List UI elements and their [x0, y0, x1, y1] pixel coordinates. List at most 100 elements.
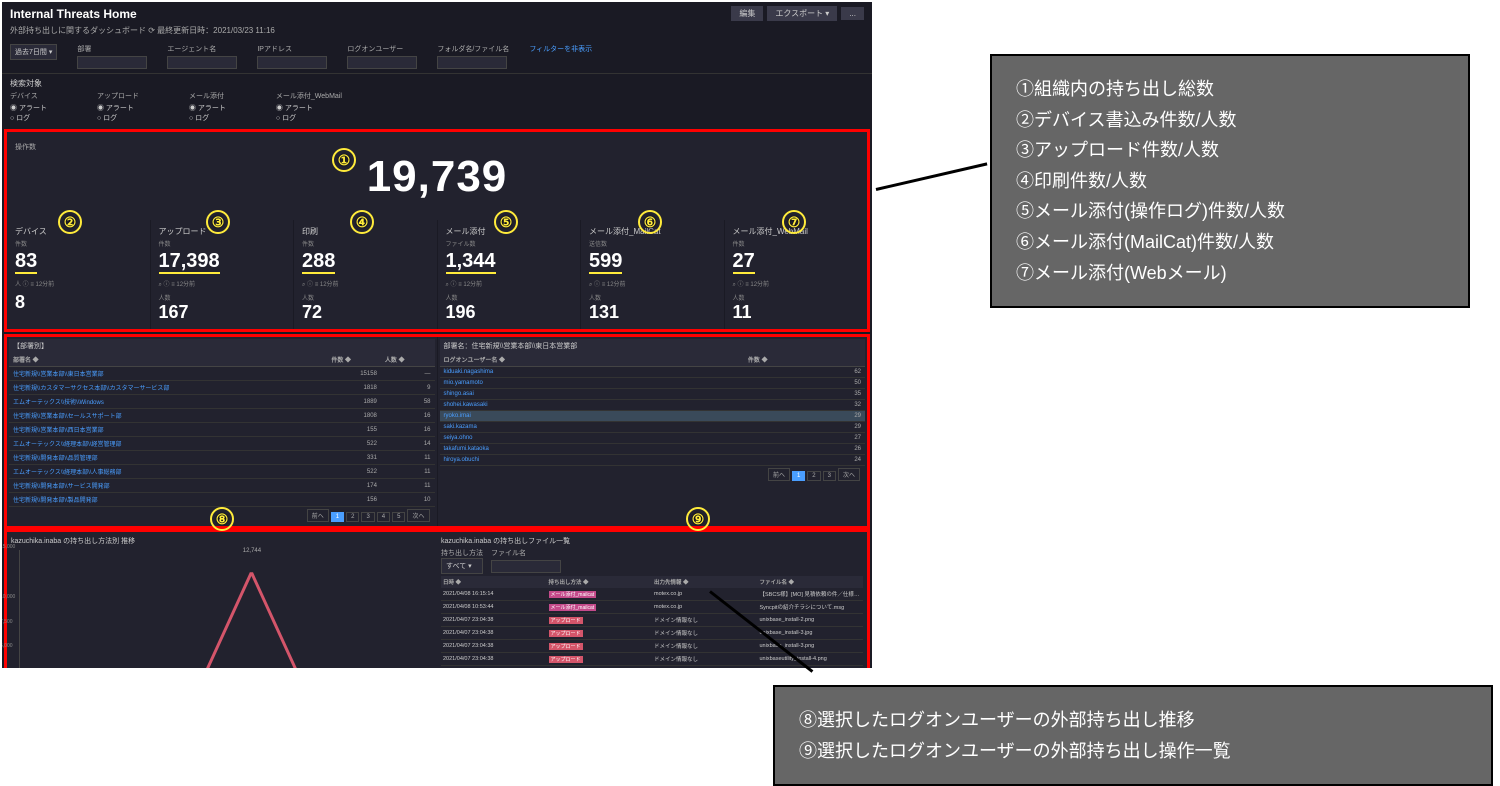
- panel-sublabel: 送信数: [589, 239, 716, 248]
- table-cell: 174: [327, 479, 381, 493]
- dept-input[interactable]: [77, 56, 147, 69]
- pager-item[interactable]: 1: [792, 471, 805, 481]
- method-select[interactable]: すべて ▾: [441, 558, 483, 574]
- file-name: unixbaseutility_install-4.png: [758, 653, 864, 666]
- edit-button[interactable]: 編集: [731, 6, 763, 21]
- panel-sublabel: ファイル数: [446, 239, 573, 248]
- chart-title: kazuchika.inaba の持ち出し方法別 推移: [11, 536, 433, 546]
- pager-item[interactable]: 前へ: [307, 509, 329, 522]
- ip-input[interactable]: [257, 56, 327, 69]
- panel-toolbar[interactable]: 人 ⓘ ≡ 12分前: [15, 279, 142, 288]
- table-row[interactable]: seiya.ohno27: [440, 433, 866, 444]
- table-row[interactable]: hiroya.obuchi24: [440, 455, 866, 466]
- metric-panel: 印刷 件数 288 ⌕ ⓘ ≡ 12分前 人数 72: [294, 220, 438, 329]
- table-row[interactable]: 2021/04/07 23:04:38 アップロード ドメイン情報なし unix…: [441, 666, 863, 669]
- file-name: unixbase_install-2.png: [758, 614, 864, 627]
- dept-table-panel: 【部署別】 部署名 ◆件数 ◆人数 ◆住宅新規\\営業本部\\東日本営業部151…: [7, 337, 438, 526]
- pager-item[interactable]: 3: [823, 471, 836, 481]
- pager-item[interactable]: 3: [361, 512, 374, 522]
- radio-row[interactable]: ◉ アラート: [276, 103, 342, 113]
- column-header[interactable]: 日時 ◆: [441, 576, 547, 588]
- file-dest: ドメイン情報なし: [652, 627, 758, 640]
- pager-item[interactable]: 次へ: [838, 468, 860, 481]
- file-input[interactable]: [491, 560, 561, 573]
- pager-item[interactable]: 2: [346, 512, 359, 522]
- table-row[interactable]: 2021/04/07 23:04:38 アップロード ドメイン情報なし unix…: [441, 614, 863, 627]
- pager-item[interactable]: 4: [377, 512, 390, 522]
- radio-row[interactable]: ○ ログ: [10, 113, 47, 123]
- table-row[interactable]: 住宅新規\\営業本部\\西日本営業部15516: [9, 423, 435, 437]
- agent-input[interactable]: [167, 56, 237, 69]
- pager-item[interactable]: 1: [331, 512, 344, 522]
- table-row[interactable]: エムオーテックス\\経理本部\\経営管理部52214: [9, 437, 435, 451]
- target-group: メール添付◉ アラート○ ログ: [189, 91, 226, 123]
- panel-sublabel: 件数: [159, 239, 286, 248]
- table-row[interactable]: 住宅新規\\開発本部\\製品開発部15610: [9, 493, 435, 507]
- callout-line: ⑥メール添付(MailCat)件数/人数: [1016, 227, 1444, 258]
- column-header[interactable]: 人数 ◆: [381, 353, 435, 367]
- panel-toolbar[interactable]: ⌕ ⓘ ≡ 12分前: [589, 279, 716, 289]
- pager-item[interactable]: 前へ: [768, 468, 790, 481]
- table-row[interactable]: 2021/04/08 10:53:44 メール添付_mailcat motex.…: [441, 601, 863, 614]
- radio-row[interactable]: ◉ アラート: [10, 103, 47, 113]
- table-row[interactable]: kiduaki.nagashima62: [440, 367, 866, 378]
- panel-toolbar[interactable]: ⌕ ⓘ ≡ 12分前: [446, 279, 573, 289]
- table-row[interactable]: 2021/04/08 16:15:14 メール添付_mailcat motex.…: [441, 588, 863, 601]
- panel-value-1: 27: [733, 250, 860, 273]
- table-row[interactable]: shohei.kawasaki32: [440, 400, 866, 411]
- table-row[interactable]: エムオーテックス\\経理本部\\人事総務部52211: [9, 465, 435, 479]
- search-targets-title: 検索対象: [10, 78, 864, 89]
- subtitle: 外部持ち出しに関するダッシュボード ⟳ 最終更新日時：2021/03/23 11…: [2, 25, 872, 40]
- panel-toolbar[interactable]: ⌕ ⓘ ≡ 12分前: [159, 279, 286, 289]
- table-row[interactable]: saki.kazama29: [440, 422, 866, 433]
- table-row[interactable]: 住宅新規\\カスタマーサクセス本部\\カスタマーサービス部18189: [9, 381, 435, 395]
- table-row[interactable]: 住宅新規\\開発本部\\サービス開発部17411: [9, 479, 435, 493]
- folder-input[interactable]: [437, 56, 507, 69]
- pager-item[interactable]: 2: [807, 471, 820, 481]
- table-row[interactable]: 2021/04/07 23:04:38 アップロード ドメイン情報なし unix…: [441, 627, 863, 640]
- column-header[interactable]: ファイル名 ◆: [758, 576, 864, 588]
- peak-label: 12,744: [243, 548, 261, 554]
- pager-item[interactable]: 次へ: [407, 509, 429, 522]
- user-input[interactable]: [347, 56, 417, 69]
- column-header[interactable]: 部署名 ◆: [9, 353, 327, 367]
- table-row[interactable]: 住宅新規\\営業本部\\東日本営業部15158—: [9, 367, 435, 381]
- table-row[interactable]: 2021/04/07 23:04:38 アップロード ドメイン情報なし unix…: [441, 640, 863, 653]
- file-method: アップロード: [547, 627, 653, 640]
- table-row[interactable]: ryoko.imai29: [440, 411, 866, 422]
- radio-row[interactable]: ◉ アラート: [97, 103, 139, 113]
- column-header[interactable]: 件数 ◆: [327, 353, 381, 367]
- hide-filters-link[interactable]: フィルターを非表示: [529, 44, 592, 54]
- column-header[interactable]: 持ち出し方法 ◆: [547, 576, 653, 588]
- file-dest: ドメイン情報なし: [652, 666, 758, 669]
- radio-row[interactable]: ○ ログ: [189, 113, 226, 123]
- column-header[interactable]: ログオンユーザー名 ◆: [440, 353, 744, 367]
- radio-row[interactable]: ◉ アラート: [189, 103, 226, 113]
- table-row[interactable]: takafumi.kataoka26: [440, 444, 866, 455]
- table-row[interactable]: 住宅新規\\開発本部\\品質管理部33111: [9, 451, 435, 465]
- files-filters: 持ち出し方法すべて ▾ ファイル名: [441, 546, 863, 576]
- pager-item[interactable]: 5: [392, 512, 405, 522]
- table-row[interactable]: エムオーテックス\\技術\\Windows188958: [9, 395, 435, 409]
- table-cell: hiroya.obuchi: [440, 455, 744, 466]
- chart-line: [20, 572, 425, 668]
- column-header[interactable]: 出力先情報 ◆: [652, 576, 758, 588]
- period-select[interactable]: 過去7日間 ▾: [10, 44, 57, 60]
- metric-panel: アップロード 件数 17,398 ⌕ ⓘ ≡ 12分前 人数 167: [151, 220, 295, 329]
- table-row[interactable]: mio.yamamoto50: [440, 378, 866, 389]
- table-cell: seiya.ohno: [440, 433, 744, 444]
- panel-value-1: 17,398: [159, 250, 286, 273]
- chart-svg: [20, 550, 425, 668]
- radio-row[interactable]: ○ ログ: [276, 113, 342, 123]
- table-row[interactable]: shingo.asai35: [440, 389, 866, 400]
- panel-value-2: 167: [159, 302, 286, 323]
- table-cell: —: [381, 367, 435, 381]
- export-button[interactable]: エクスポート ▾: [767, 6, 837, 21]
- table-cell: 1818: [327, 381, 381, 395]
- panel-toolbar[interactable]: ⌕ ⓘ ≡ 12分前: [302, 279, 429, 289]
- more-button[interactable]: ...: [841, 7, 864, 20]
- panel-toolbar[interactable]: ⌕ ⓘ ≡ 12分前: [733, 279, 860, 289]
- column-header[interactable]: 件数 ◆: [744, 353, 865, 367]
- radio-row[interactable]: ○ ログ: [97, 113, 139, 123]
- table-row[interactable]: 住宅新規\\営業本部\\セールスサポート部180816: [9, 409, 435, 423]
